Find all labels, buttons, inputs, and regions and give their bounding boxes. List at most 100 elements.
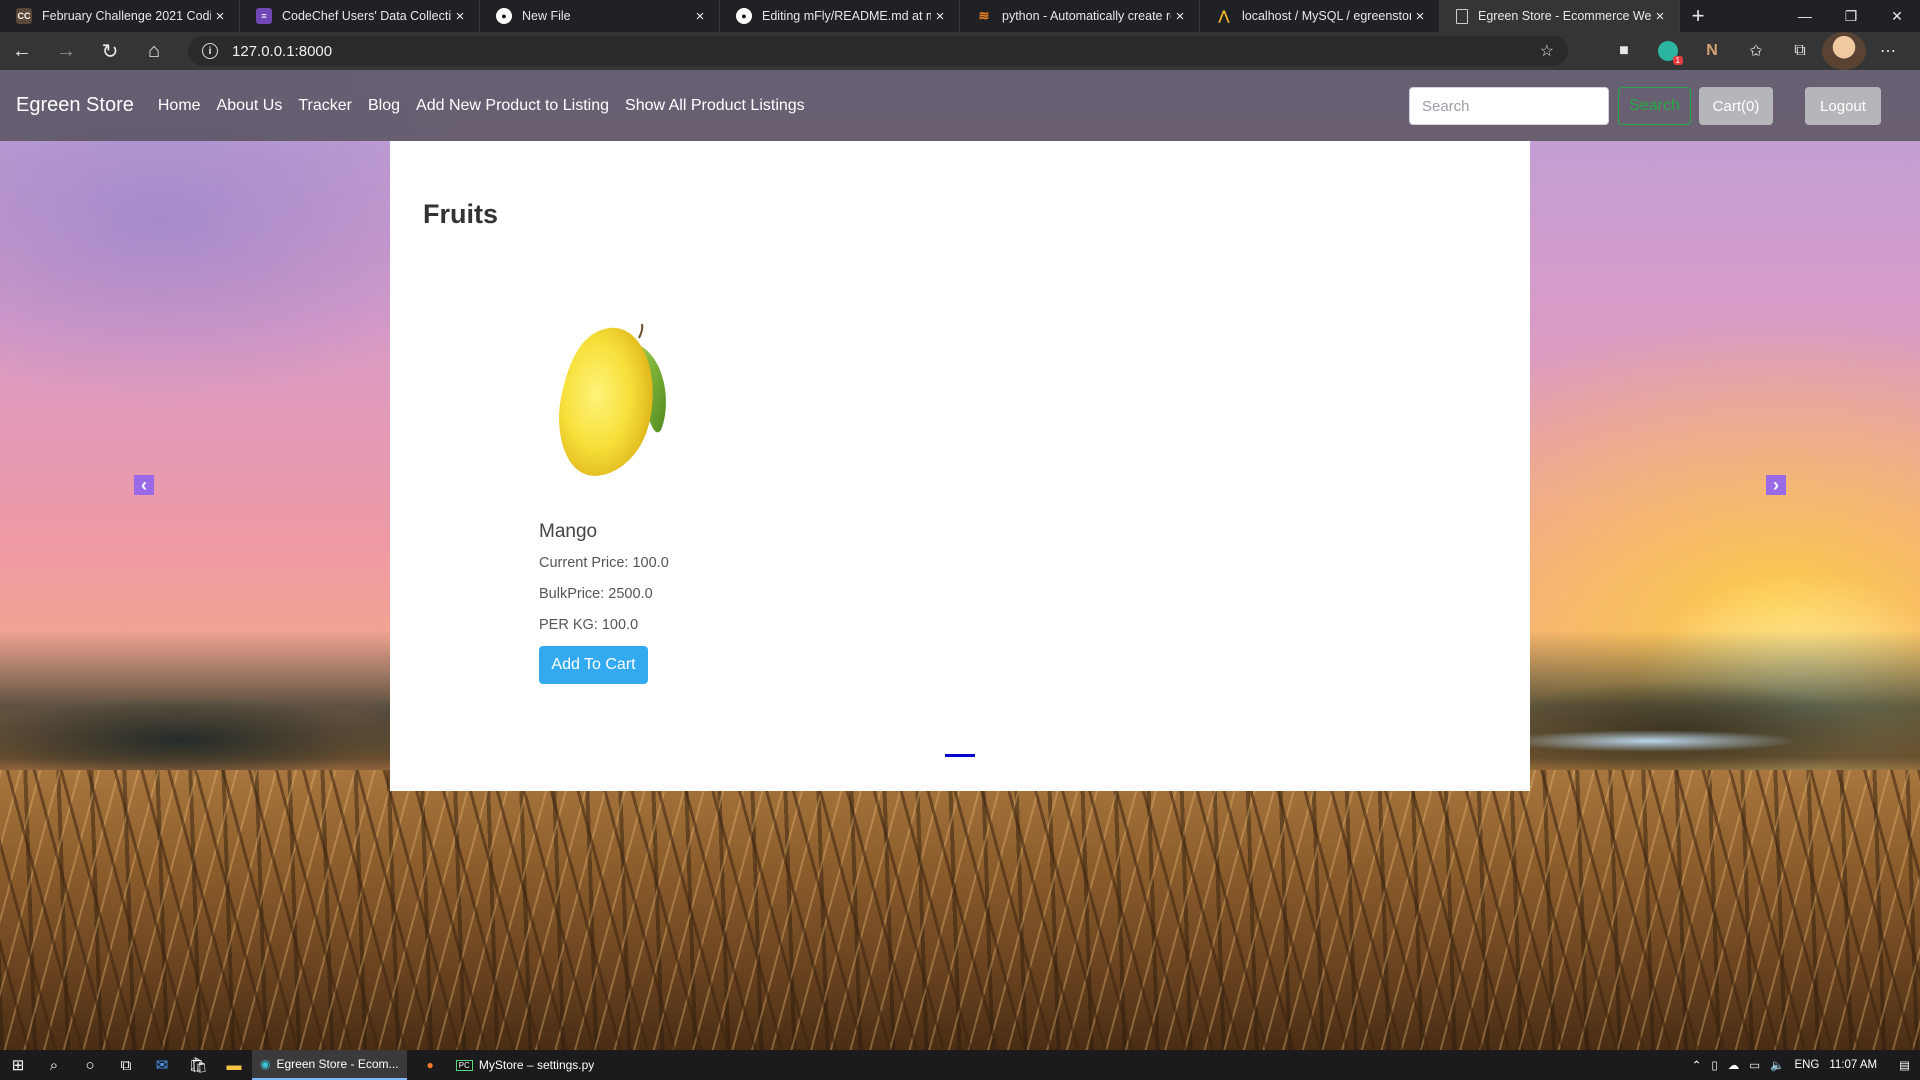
- search-icon[interactable]: ⌕: [36, 1050, 72, 1080]
- taskbar-app-edge[interactable]: ◉ Egreen Store - Ecom...: [252, 1050, 407, 1080]
- cloud-icon[interactable]: ☁: [1728, 1058, 1740, 1072]
- store-icon[interactable]: 🛍: [180, 1050, 216, 1080]
- mail-icon[interactable]: ✉: [144, 1050, 180, 1080]
- add-favorite-icon[interactable]: ☆: [1540, 41, 1554, 61]
- carousel-prev-button[interactable]: ‹: [134, 475, 154, 495]
- carousel-next-button[interactable]: ›: [1766, 475, 1786, 495]
- brand-logo[interactable]: Egreen Store: [16, 94, 134, 117]
- tab-title: localhost / MySQL / egreenstore: [1242, 9, 1411, 23]
- tab-title: CodeChef Users' Data Collection: [282, 9, 451, 23]
- profile-avatar[interactable]: [1822, 32, 1866, 70]
- pycharm-icon: PC: [455, 1059, 473, 1071]
- mango-image: [559, 323, 666, 476]
- avatar: [1822, 32, 1866, 70]
- site-info-icon[interactable]: i: [202, 43, 218, 59]
- background-wheat-field: [0, 770, 1920, 1050]
- browser-tab[interactable]: CC February Challenge 2021 Coding ×: [0, 0, 240, 32]
- close-icon[interactable]: ×: [931, 8, 949, 25]
- more-icon[interactable]: ⋯: [1866, 32, 1910, 70]
- add-to-cart-button[interactable]: Add To Cart: [539, 646, 648, 684]
- tab-title: New File: [522, 9, 571, 23]
- stackoverflow-icon: ≋: [978, 8, 990, 23]
- site-navbar: Egreen Store Home About Us Tracker Blog …: [0, 70, 1920, 141]
- tab-title: Editing mFly/README.md at ma: [762, 9, 931, 23]
- forward-icon[interactable]: →: [44, 32, 88, 70]
- extension-icon[interactable]: N: [1690, 32, 1734, 70]
- browser-tab[interactable]: ≋ python - Automatically create re ×: [960, 0, 1200, 32]
- close-icon[interactable]: ×: [451, 8, 469, 25]
- camera-extension-icon[interactable]: ■: [1602, 32, 1646, 70]
- notifications-icon[interactable]: ▤: [1899, 1058, 1910, 1072]
- nav-home[interactable]: Home: [158, 97, 201, 115]
- volume-icon[interactable]: 🔈: [1770, 1058, 1784, 1072]
- search-input[interactable]: [1409, 87, 1609, 125]
- taskbar-app-pycharm[interactable]: PC MyStore – settings.py: [448, 1050, 603, 1080]
- minimize-icon[interactable]: —: [1782, 0, 1828, 32]
- close-icon[interactable]: ×: [1411, 8, 1429, 25]
- extension-badge: 1: [1658, 41, 1683, 65]
- windows-start-icon[interactable]: ⊞: [0, 1050, 36, 1080]
- device-icon[interactable]: ▯: [1711, 1058, 1717, 1072]
- product-card: Mango Current Price: 100.0 BulkPrice: 25…: [539, 306, 759, 684]
- browser-tab-strip: CC February Challenge 2021 Coding × ≡ Co…: [0, 0, 1920, 32]
- back-icon[interactable]: ←: [0, 32, 44, 70]
- grammar-extension-icon[interactable]: 1: [1646, 32, 1690, 70]
- new-tab-button[interactable]: +: [1680, 0, 1716, 32]
- window-controls: — ❐ ✕: [1782, 0, 1920, 32]
- browser-tab-active[interactable]: Egreen Store - Ecommerce Webs ×: [1440, 0, 1680, 32]
- browser-tab[interactable]: ≡ CodeChef Users' Data Collection ×: [240, 0, 480, 32]
- nav-add-product[interactable]: Add New Product to Listing: [416, 97, 609, 115]
- close-icon[interactable]: ×: [1651, 8, 1669, 25]
- tab-title: February Challenge 2021 Coding: [42, 9, 211, 23]
- nav-about-us[interactable]: About Us: [217, 97, 283, 115]
- system-tray: ⌃ ▯ ☁ ▭ 🔈 ENG 11:07 AM ▤: [1692, 1050, 1920, 1080]
- collections-icon[interactable]: ⧉: [1778, 32, 1822, 70]
- network-icon[interactable]: ▭: [1749, 1058, 1760, 1072]
- codechef-icon: CC: [16, 8, 32, 24]
- page-icon: [1456, 8, 1468, 24]
- tab-title: python - Automatically create re: [1002, 9, 1171, 23]
- nav-show-listings[interactable]: Show All Product Listings: [625, 97, 805, 115]
- section-title: Fruits: [423, 199, 499, 229]
- firefox-icon: ●: [426, 1058, 434, 1072]
- file-explorer-icon[interactable]: ▬: [216, 1050, 252, 1080]
- favorites-icon[interactable]: ✩: [1734, 32, 1778, 70]
- github-icon: ●: [496, 8, 512, 24]
- close-icon[interactable]: ×: [691, 8, 709, 25]
- carousel-indicator[interactable]: [945, 754, 975, 757]
- task-view-icon[interactable]: ⧉: [108, 1050, 144, 1080]
- taskbar-app-label: Egreen Store - Ecom...: [276, 1057, 399, 1071]
- close-window-icon[interactable]: ✕: [1874, 0, 1920, 32]
- language-indicator[interactable]: ENG: [1794, 1059, 1819, 1071]
- toolbar-extensions: ■ 1 N ✩ ⧉ ⋯: [1602, 32, 1910, 70]
- product-name[interactable]: Mango: [539, 521, 759, 543]
- background-water: [1500, 730, 1800, 752]
- phpmyadmin-icon: ⋀: [1218, 8, 1230, 23]
- show-hidden-icons-icon[interactable]: ⌃: [1692, 1058, 1702, 1072]
- browser-tab[interactable]: ● New File ×: [480, 0, 720, 32]
- edge-icon: ◉: [260, 1057, 271, 1071]
- browser-tab[interactable]: ● Editing mFly/README.md at ma ×: [720, 0, 960, 32]
- cortana-icon[interactable]: ○: [72, 1050, 108, 1080]
- clock[interactable]: 11:07 AM: [1829, 1059, 1877, 1071]
- search-button[interactable]: Search: [1618, 87, 1691, 125]
- close-icon[interactable]: ×: [211, 8, 229, 25]
- browser-tab[interactable]: ⋀ localhost / MySQL / egreenstore ×: [1200, 0, 1440, 32]
- refresh-icon[interactable]: ↻: [88, 32, 132, 70]
- url-text: 127.0.0.1:8000: [232, 42, 333, 60]
- nav-tracker[interactable]: Tracker: [298, 97, 352, 115]
- product-panel: Fruits Mango Current Price: 100.0 BulkPr…: [390, 141, 1530, 791]
- close-icon[interactable]: ×: [1171, 8, 1189, 25]
- logout-button[interactable]: Logout: [1805, 87, 1881, 125]
- per-kg-price: PER KG: 100.0: [539, 617, 639, 633]
- restore-icon[interactable]: ❐: [1828, 0, 1874, 32]
- taskbar-app-firefox[interactable]: ●: [419, 1050, 442, 1080]
- form-icon: ≡: [256, 8, 272, 24]
- address-bar[interactable]: i 127.0.0.1:8000 ☆: [188, 36, 1568, 66]
- github-icon: ●: [736, 8, 752, 24]
- cart-button[interactable]: Cart(0): [1699, 87, 1773, 125]
- nav-blog[interactable]: Blog: [368, 97, 400, 115]
- bulk-price: BulkPrice: 2500.0: [539, 586, 653, 602]
- home-icon[interactable]: ⌂: [132, 32, 176, 70]
- current-price: Current Price: 100.0: [539, 555, 669, 571]
